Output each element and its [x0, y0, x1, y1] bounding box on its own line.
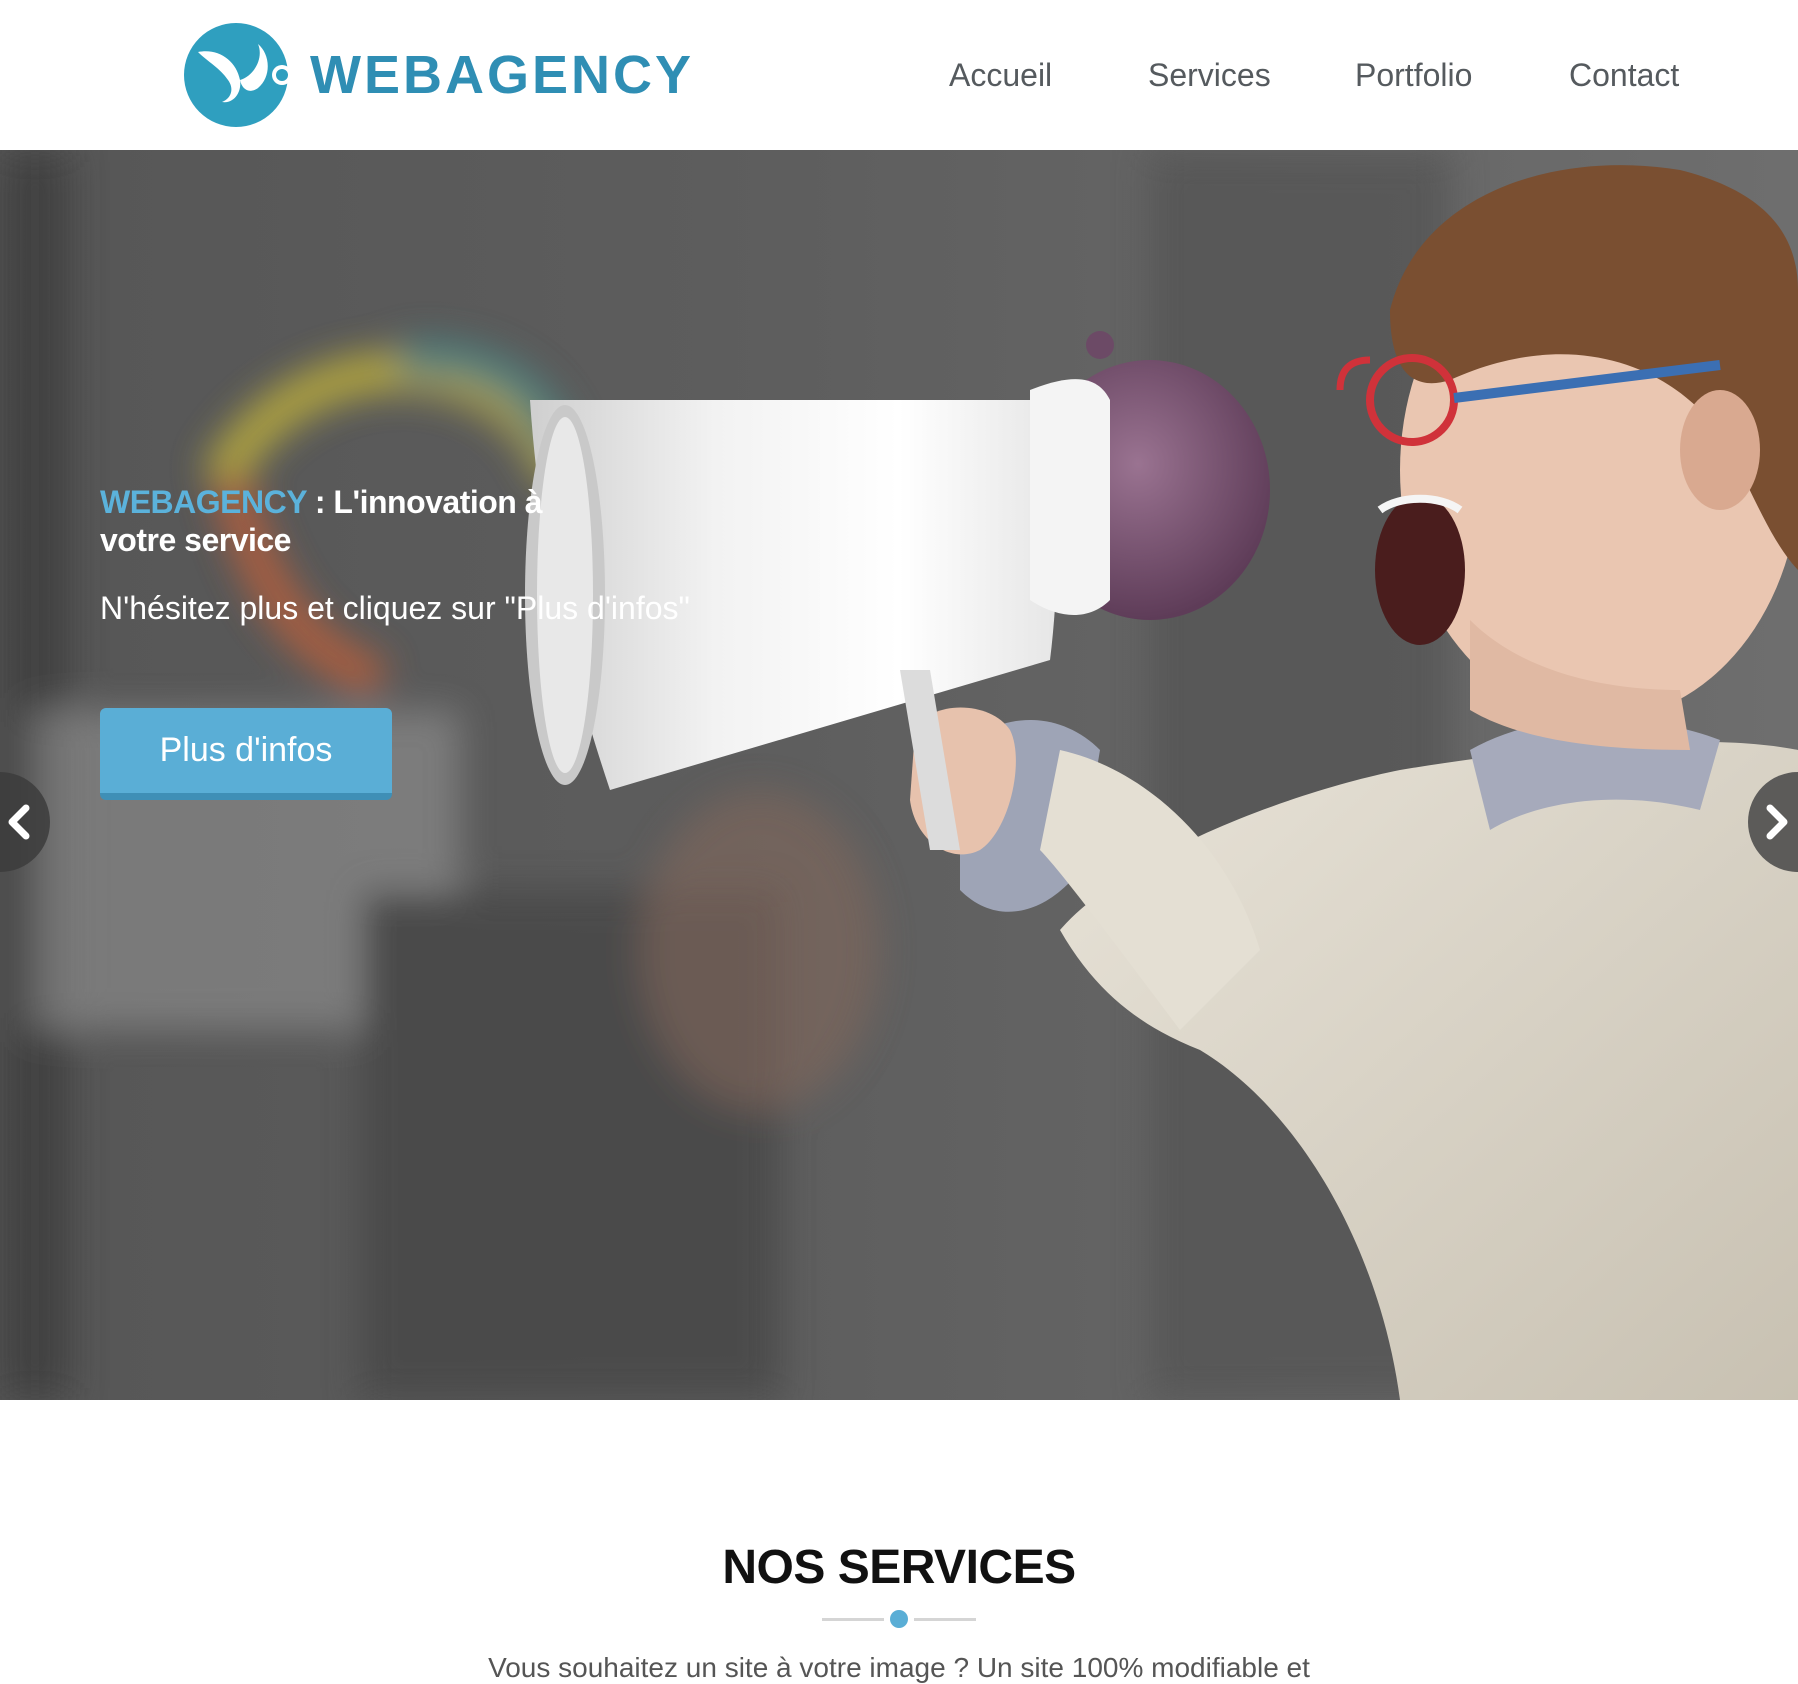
chevron-left-icon — [8, 804, 30, 840]
site-header: WEBAGENCY Accueil Services Portfolio Con… — [0, 0, 1798, 150]
services-title: NOS SERVICES — [722, 1541, 1076, 1594]
main-nav: Accueil Services Portfolio Contact — [0, 50, 1798, 100]
hero-title-brand: WEBAGENCY — [100, 484, 307, 520]
nav-services[interactable]: Services — [1148, 50, 1271, 100]
divider-dot — [890, 1610, 908, 1628]
chevron-right-icon — [1766, 804, 1788, 840]
nav-portfolio[interactable]: Portfolio — [1355, 50, 1472, 100]
section-divider — [822, 1608, 976, 1630]
divider-line-left — [822, 1618, 884, 1621]
more-info-button[interactable]: Plus d'infos — [100, 708, 392, 800]
hero-title: WEBAGENCY : L'innovation à votre service — [100, 483, 620, 559]
nav-accueil[interactable]: Accueil — [949, 50, 1052, 100]
services-intro: Vous souhaitez un site à votre image ? U… — [488, 1652, 1310, 1683]
divider-line-right — [914, 1618, 976, 1621]
hero-slider: WEBAGENCY : L'innovation à votre service… — [0, 150, 1798, 1400]
hero-subtitle: N'hésitez plus et cliquez sur "Plus d'in… — [100, 590, 690, 626]
nav-contact[interactable]: Contact — [1569, 50, 1679, 100]
